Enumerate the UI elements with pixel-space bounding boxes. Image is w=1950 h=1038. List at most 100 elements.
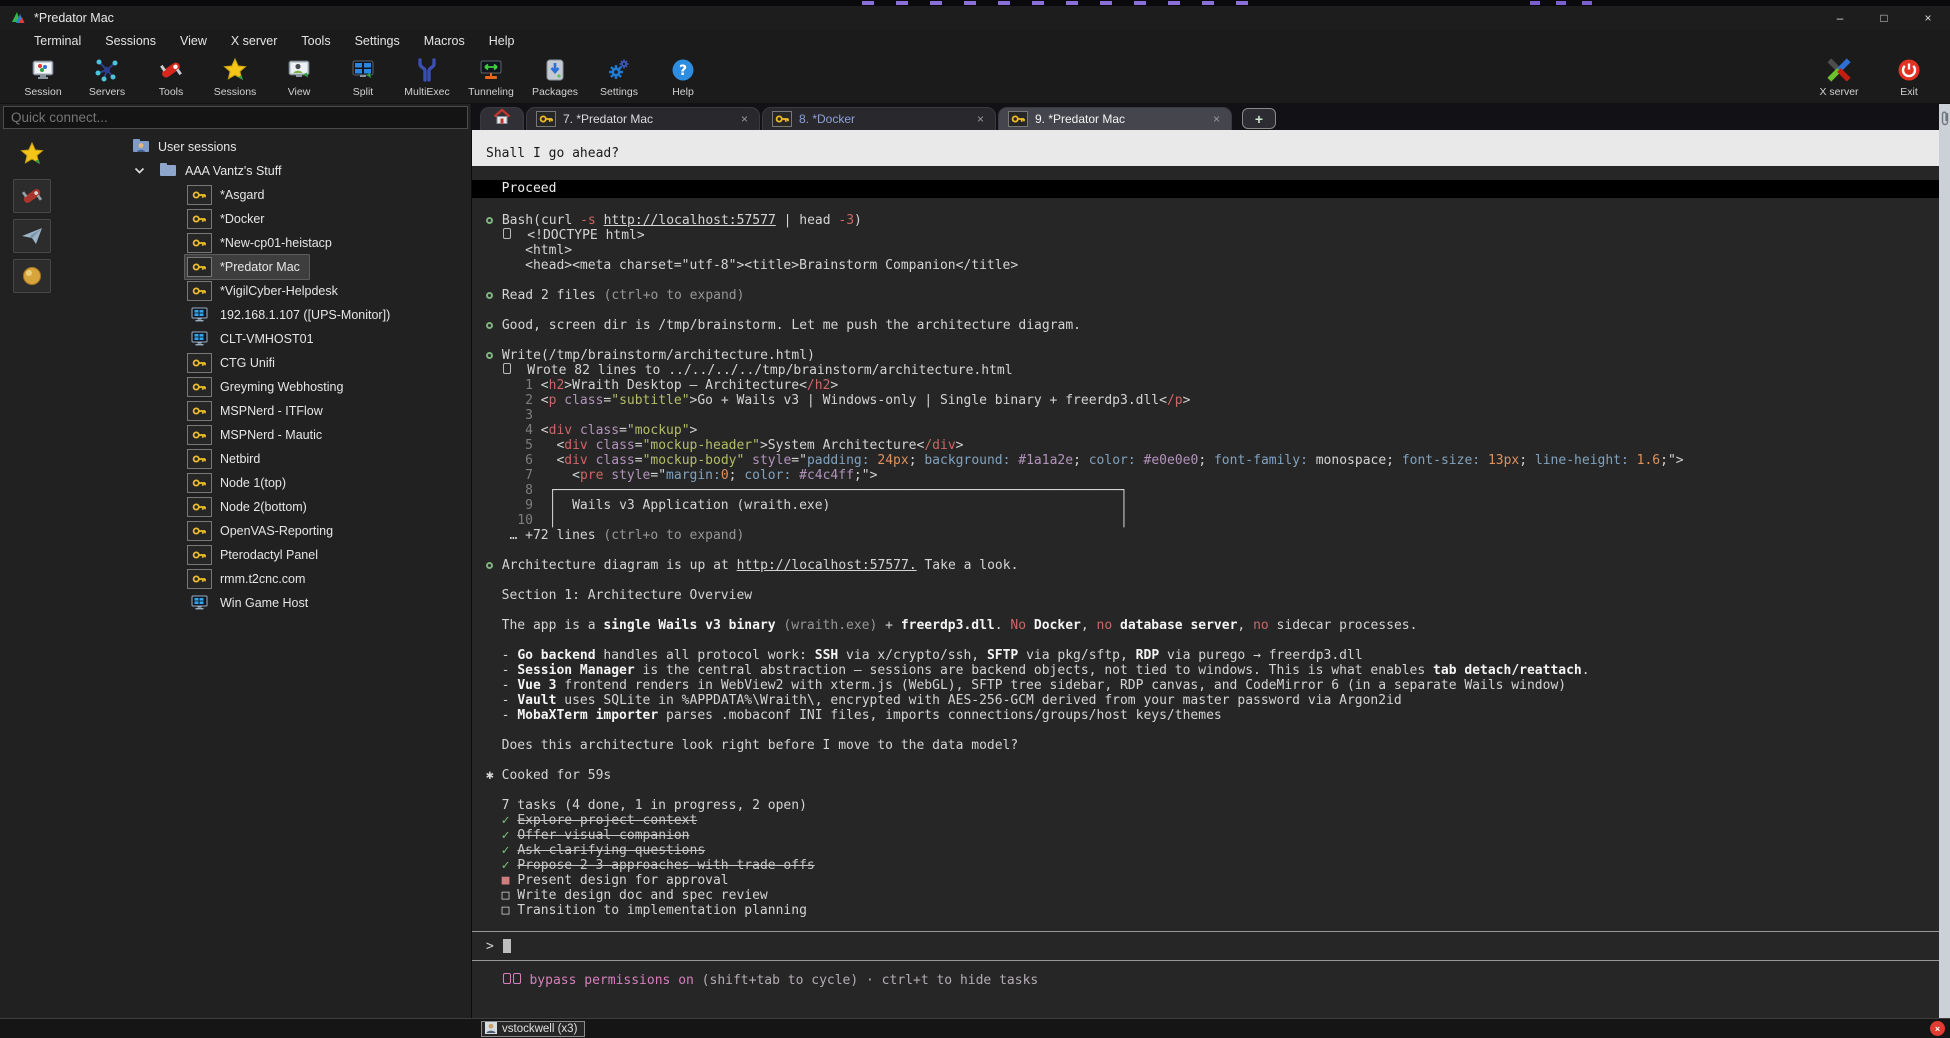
- close-button[interactable]: ×: [1906, 6, 1950, 30]
- toolbar-settings-button[interactable]: Settings: [592, 55, 646, 98]
- close-notification-icon[interactable]: ×: [1930, 1021, 1945, 1036]
- session-item-inner[interactable]: *Asgard: [184, 182, 274, 208]
- terminal[interactable]: Shall I go ahead? Proceed Bash(curl -s h…: [472, 130, 1939, 1018]
- session-item-inner[interactable]: Netbird: [184, 446, 270, 472]
- session-item[interactable]: Greyming Webhosting: [64, 375, 471, 399]
- session-item[interactable]: Node 1(top): [64, 471, 471, 495]
- prompt-input[interactable]: >: [472, 931, 1939, 961]
- terminal-line: The app is a single Wails v3 binary (wra…: [472, 618, 1939, 633]
- toolbar-help-button[interactable]: ?Help: [656, 55, 710, 98]
- session-item[interactable]: *New-cp01-heistacp: [64, 231, 471, 255]
- session-item-inner[interactable]: CLT-VMHOST01: [184, 326, 324, 352]
- tab-close-icon[interactable]: ×: [975, 112, 986, 126]
- tab-bar: 7. *Predator Mac×8. *Docker×9. *Predator…: [472, 104, 1939, 130]
- ssh-key-icon: [536, 111, 556, 127]
- session-item[interactable]: *VigilCyber-Helpdesk: [64, 279, 471, 303]
- minimize-button[interactable]: –: [1818, 6, 1862, 30]
- user-sessions-button[interactable]: vstockwell (x3): [481, 1021, 585, 1037]
- session-item[interactable]: CTG Unifi: [64, 351, 471, 375]
- toolbar-session-button[interactable]: Session: [16, 55, 70, 98]
- tree-root-user-sessions[interactable]: User sessions: [64, 135, 471, 159]
- session-item-inner[interactable]: Pterodactyl Panel: [184, 542, 328, 568]
- ssh-key-icon: [187, 449, 212, 469]
- rdp-monitor-icon: [187, 305, 212, 325]
- toolbar-tunneling-button[interactable]: Tunneling: [464, 55, 518, 98]
- toolbar-right-group: X server Exit: [1812, 55, 1936, 98]
- session-item-inner[interactable]: 192.168.1.107 ([UPS-Monitor]): [184, 302, 400, 328]
- session-item[interactable]: Node 2(bottom): [64, 495, 471, 519]
- toolbar-x-server-button[interactable]: X server: [1812, 55, 1866, 98]
- session-item-inner[interactable]: *VigilCyber-Helpdesk: [184, 278, 348, 304]
- session-item[interactable]: MSPNerd - Mautic: [64, 423, 471, 447]
- session-item[interactable]: Netbird: [64, 447, 471, 471]
- session-item-inner[interactable]: OpenVAS-Reporting: [184, 518, 343, 544]
- menu-item-sessions[interactable]: Sessions: [105, 34, 156, 48]
- session-item-inner[interactable]: *Predator Mac: [184, 254, 310, 280]
- session-item-inner[interactable]: MSPNerd - Mautic: [184, 422, 332, 448]
- toolbar-split-button[interactable]: Split: [336, 55, 390, 98]
- session-item-inner[interactable]: Node 1(top): [184, 470, 296, 496]
- menu-item-settings[interactable]: Settings: [355, 34, 400, 48]
- menu-item-tools[interactable]: Tools: [301, 34, 330, 48]
- toolbar-servers-button[interactable]: Servers: [80, 55, 134, 98]
- rail-star-button[interactable]: [12, 135, 52, 173]
- terminal-tab-2[interactable]: 8. *Docker×: [762, 107, 996, 130]
- tree-group-row[interactable]: AAA Vantz's Stuff: [64, 159, 471, 183]
- session-item[interactable]: Win Game Host: [64, 591, 471, 615]
- user-icon: [485, 1022, 497, 1037]
- new-tab-button[interactable]: +: [1242, 108, 1276, 129]
- maximize-button[interactable]: □: [1862, 6, 1906, 30]
- session-item[interactable]: *Docker: [64, 207, 471, 231]
- toolbar-left-group: SessionServers Tools SessionsViewSplitMult…: [16, 55, 710, 98]
- right-scrollbar-rail[interactable]: [1939, 104, 1950, 1018]
- paperclip-icon[interactable]: [1940, 109, 1950, 132]
- tab-close-icon[interactable]: ×: [739, 112, 750, 126]
- session-item-inner[interactable]: CTG Unifi: [184, 350, 285, 376]
- menu-item-help[interactable]: Help: [489, 34, 515, 48]
- toolbar-tools-button[interactable]: Tools: [144, 55, 198, 98]
- session-item[interactable]: 192.168.1.107 ([UPS-Monitor]): [64, 303, 471, 327]
- terminal-line: Good, screen dir is /tmp/brainstorm. Let…: [472, 318, 1939, 333]
- menu-item-macros[interactable]: Macros: [424, 34, 465, 48]
- terminal-tab-3[interactable]: 9. *Predator Mac×: [998, 107, 1232, 130]
- session-item-inner[interactable]: *New-cp01-heistacp: [184, 230, 342, 256]
- rail-plane-button[interactable]: [13, 219, 51, 253]
- toolbar-sessions-button[interactable]: Sessions: [208, 55, 262, 98]
- session-item-inner[interactable]: Greyming Webhosting: [184, 374, 353, 400]
- tab-close-icon[interactable]: ×: [1211, 112, 1222, 126]
- tools-icon: [158, 55, 184, 85]
- rail-orb-button[interactable]: [13, 259, 51, 293]
- toolbar-exit-button[interactable]: Exit: [1882, 55, 1936, 98]
- session-item[interactable]: Pterodactyl Panel: [64, 543, 471, 567]
- session-item-label: CLT-VMHOST01: [220, 332, 314, 346]
- toolbar-view-button[interactable]: View: [272, 55, 326, 98]
- toolbar-packages-button[interactable]: Packages: [528, 55, 582, 98]
- quick-connect-input[interactable]: [3, 106, 468, 129]
- session-item-inner[interactable]: Node 2(bottom): [184, 494, 317, 520]
- terminal-line: Architecture diagram is up at http://loc…: [472, 558, 1939, 573]
- terminal-tab-1[interactable]: 7. *Predator Mac×: [526, 107, 760, 130]
- rail-knife-button[interactable]: [13, 179, 51, 213]
- missing-glyph-box: [503, 228, 511, 239]
- session-item-inner[interactable]: *Docker: [184, 206, 274, 232]
- session-item[interactable]: MSPNerd - ITFlow: [64, 399, 471, 423]
- terminal-line: <html>: [472, 243, 1939, 258]
- session-item-inner[interactable]: rmm.t2cnc.com: [184, 566, 315, 592]
- home-tab[interactable]: [480, 107, 524, 130]
- proceed-selected-option[interactable]: Proceed: [472, 180, 1939, 198]
- session-item-inner[interactable]: MSPNerd - ITFlow: [184, 398, 333, 424]
- menu-item-view[interactable]: View: [180, 34, 207, 48]
- menu-item-x-server[interactable]: X server: [231, 34, 278, 48]
- session-item[interactable]: rmm.t2cnc.com: [64, 567, 471, 591]
- session-item[interactable]: *Predator Mac: [64, 255, 471, 279]
- session-item[interactable]: *Asgard: [64, 183, 471, 207]
- menu-item-terminal[interactable]: Terminal: [34, 34, 81, 48]
- toolbar-multiexec-button[interactable]: MultiExec: [400, 55, 454, 98]
- toolbar-button-label: Tools: [159, 86, 184, 98]
- session-item-inner[interactable]: Win Game Host: [184, 590, 318, 616]
- view-icon: [286, 55, 312, 85]
- session-item[interactable]: CLT-VMHOST01: [64, 327, 471, 351]
- session-item[interactable]: OpenVAS-Reporting: [64, 519, 471, 543]
- terminal-blank-line: [472, 723, 1939, 738]
- chevron-down-icon[interactable]: [134, 164, 145, 178]
